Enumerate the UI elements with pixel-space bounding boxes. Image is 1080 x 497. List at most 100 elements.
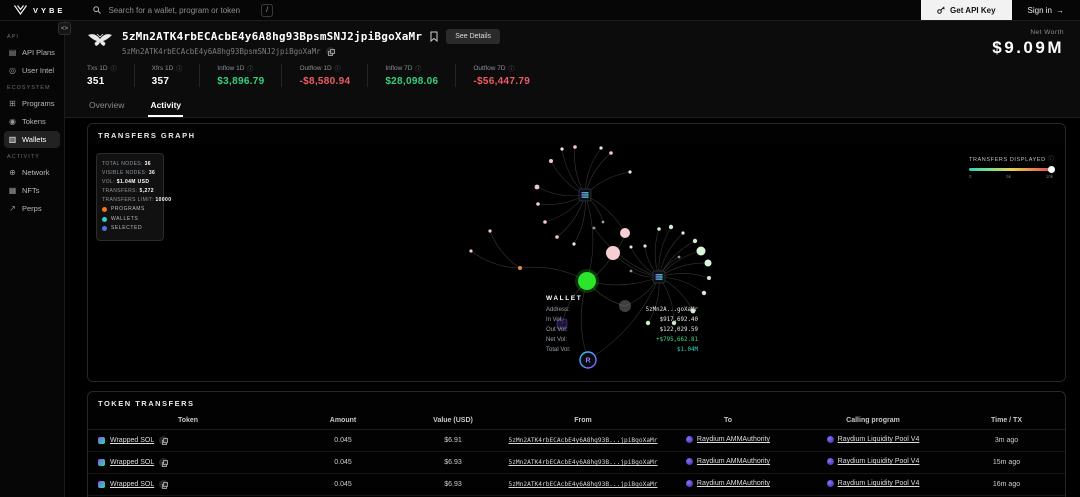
tab-overview[interactable]: Overview	[87, 94, 126, 117]
graph-node-dot[interactable]	[593, 227, 596, 230]
stat-label: Outflow 1Dⓘ	[299, 64, 350, 73]
graph-node-dot[interactable]	[609, 151, 613, 155]
stat-value: -$8,580.94	[299, 76, 350, 87]
to-link[interactable]: Raydium AMMAuthority	[697, 458, 770, 465]
graph-node-dot[interactable]	[681, 231, 684, 234]
token-link[interactable]: Wrapped SOL	[110, 437, 154, 444]
sidebar-item-perps[interactable]: ↗Perps	[4, 200, 60, 217]
token-link[interactable]: Wrapped SOL	[110, 459, 154, 466]
graph-node-dot[interactable]	[702, 291, 706, 295]
graph-node-dot[interactable]	[697, 247, 706, 256]
column-header-calling-program: Calling program	[798, 417, 948, 424]
graph-node-dot[interactable]	[630, 270, 633, 273]
graph-node-dot[interactable]	[469, 249, 472, 252]
from-address-link[interactable]: 5zMn2ATK4rbECAcbE4y6A8hg93B...jpiBgoXaMr	[508, 481, 657, 488]
sidebar-item-tokens[interactable]: ◉Tokens	[4, 113, 60, 130]
graph-node-dot[interactable]	[606, 246, 620, 260]
see-details-button[interactable]: See Details	[446, 29, 500, 44]
graph-node-dot[interactable]	[573, 145, 577, 149]
graph-node-dot[interactable]	[599, 146, 602, 149]
graph-node-dot[interactable]	[620, 228, 630, 238]
transfers-graph-canvas[interactable]: R TOTAL NODES: 36VISIBLE NODES: 36VOL: $…	[88, 145, 1065, 381]
from-cell: 5zMn2ATK4rbECAcbE4y6A8hg93B...jpiBgoXaMr	[508, 481, 658, 488]
slider-knob[interactable]	[1048, 166, 1055, 173]
network-icon: ⊕	[8, 169, 17, 177]
global-search[interactable]: Search for a wallet, program or token /	[79, 0, 273, 20]
from-address-link[interactable]: 5zMn2ATK4rbECAcbE4y6A8hg93B...jpiBgoXaMr	[508, 437, 657, 444]
graph-node-dot[interactable]	[643, 244, 646, 247]
stat-label: Xfrs 1Dⓘ	[152, 64, 183, 73]
copy-address-icon[interactable]	[326, 47, 335, 56]
stat-value: 351	[87, 76, 117, 87]
tokens-icon: ◉	[8, 118, 17, 126]
slider-tick: 5k	[1006, 174, 1011, 179]
info-icon: ⓘ	[335, 64, 341, 73]
stat-txs-1d: Txs 1Dⓘ351	[87, 64, 134, 87]
sign-in-label: Sign in	[1028, 6, 1052, 15]
from-cell: 5zMn2ATK4rbECAcbE4y6A8hg93B...jpiBgoXaMr	[508, 459, 658, 466]
graph-node-dot[interactable]	[535, 185, 540, 190]
copy-token-icon[interactable]	[159, 458, 168, 467]
calling-program-link[interactable]: Raydium Liquidity Pool V4	[838, 480, 920, 487]
vybe-logo[interactable]: VYBE	[0, 0, 79, 20]
graph-node-dot[interactable]	[657, 227, 661, 231]
graph-node-dot[interactable]	[669, 225, 673, 229]
slider-tick: 10k	[1046, 174, 1053, 179]
graph-node-dot[interactable]	[488, 229, 491, 232]
solana-program-node-icon[interactable]	[653, 271, 665, 283]
graph-node-dot[interactable]	[628, 170, 631, 173]
graph-info-panel: TOTAL NODES: 36VISIBLE NODES: 36VOL: $1.…	[96, 153, 164, 241]
get-api-key-button[interactable]: Get API Key	[921, 0, 1012, 20]
slider-track[interactable]	[969, 168, 1053, 171]
key-icon	[937, 6, 945, 14]
graph-info-total-nodes: TOTAL NODES: 36	[102, 160, 158, 169]
graph-node-dot[interactable]	[707, 276, 711, 280]
graph-node-dot[interactable]	[560, 147, 563, 150]
copy-token-icon[interactable]	[159, 436, 168, 445]
graph-node-dot[interactable]	[543, 220, 547, 224]
sidebar-collapse-button[interactable]: <>	[58, 22, 71, 35]
bookmark-icon[interactable]	[430, 31, 438, 42]
tooltip-title: WALLET	[546, 295, 698, 302]
graph-node-dot[interactable]	[555, 235, 559, 239]
sidebar-item-programs[interactable]: ⊞Programs	[4, 95, 60, 112]
token-cell: Wrapped SOL	[88, 458, 288, 467]
from-address-link[interactable]: 5zMn2ATK4rbECAcbE4y6A8hg93B...jpiBgoXaMr	[508, 459, 657, 466]
graph-node-dot[interactable]	[693, 239, 697, 243]
to-link[interactable]: Raydium AMMAuthority	[697, 480, 770, 487]
to-cell: Raydium AMMAuthority	[658, 458, 798, 467]
graph-node-dot[interactable]	[549, 159, 553, 163]
svg-text:R: R	[585, 358, 590, 365]
stat-xfrs-1d: Xfrs 1Dⓘ357	[134, 64, 200, 87]
to-link[interactable]: Raydium AMMAuthority	[697, 436, 770, 443]
solana-program-node-icon[interactable]	[579, 189, 591, 201]
sidebar-item-wallets[interactable]: ▥Wallets	[4, 131, 60, 148]
value-cell: $6.91	[398, 437, 508, 444]
graph-node-dot[interactable]	[572, 242, 575, 245]
graph-node-dot[interactable]	[536, 202, 540, 206]
calling-program-link[interactable]: Raydium Liquidity Pool V4	[838, 436, 920, 443]
graph-edge	[655, 229, 659, 277]
sidebar-item-user-intel[interactable]: ◎User Intel	[4, 62, 60, 79]
program-icon	[686, 458, 693, 465]
sidebar-item-nfts[interactable]: ▦NFTs	[4, 182, 60, 199]
main-panel: <> 5zMn2ATK4rbECAcbE4y6A8hg93BpsmSNJ2jpi…	[65, 21, 1080, 497]
tab-activity[interactable]: Activity	[148, 94, 183, 117]
sidebar-item-network[interactable]: ⊕Network	[4, 164, 60, 181]
graph-node-dot[interactable]	[630, 246, 633, 249]
selected-wallet-node[interactable]	[575, 269, 599, 293]
top-bar: VYBE Search for a wallet, program or tok…	[0, 0, 1080, 21]
sidebar-item-api-plans[interactable]: ▤API Plans	[4, 44, 60, 61]
token-link[interactable]: Wrapped SOL	[110, 481, 154, 488]
graph-node-dot[interactable]	[602, 221, 605, 224]
sign-in-button[interactable]: Sign in →	[1012, 0, 1080, 20]
graph-node-dot[interactable]	[705, 260, 712, 267]
search-shortcut-key: /	[261, 4, 273, 17]
user-intel-icon: ◎	[8, 67, 17, 75]
graph-node-dot[interactable]	[678, 256, 681, 259]
copy-token-icon[interactable]	[159, 480, 168, 489]
calling-program-link[interactable]: Raydium Liquidity Pool V4	[838, 458, 920, 465]
info-icon: ⓘ	[247, 64, 253, 73]
graph-node-dot[interactable]	[518, 266, 522, 270]
brand-name: VYBE	[33, 6, 65, 15]
